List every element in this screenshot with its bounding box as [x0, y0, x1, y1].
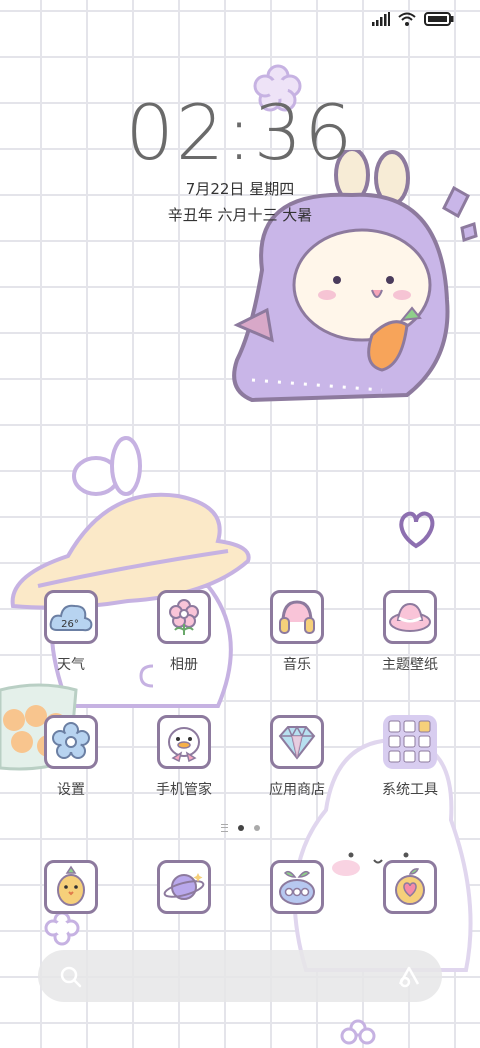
app-label: 相册: [170, 657, 198, 673]
heart-outline-illustration: [399, 511, 435, 549]
app-store[interactable]: 应用商店: [247, 715, 347, 799]
app-tile[interactable]: [270, 860, 324, 914]
app-tile[interactable]: [157, 715, 211, 769]
sprout-phone-icon: [279, 870, 315, 905]
app-label: 主题壁纸: [382, 657, 438, 673]
app-label: 音乐: [283, 657, 311, 673]
app-label: 应用商店: [269, 782, 325, 798]
weather-cloud-icon: 26°: [49, 604, 93, 632]
page-menu-indicator[interactable]: [220, 824, 228, 832]
app-tile[interactable]: [383, 860, 437, 914]
app-system-tools-folder[interactable]: 系统工具: [360, 715, 460, 799]
app-weather[interactable]: 26° 天气: [21, 590, 121, 674]
app-settings[interactable]: 设置: [21, 715, 121, 799]
search-icon[interactable]: [60, 966, 82, 988]
app-tile[interactable]: [157, 590, 211, 644]
app-themes[interactable]: 主题壁纸: [360, 590, 460, 674]
page-dot[interactable]: [253, 825, 260, 831]
folder-tile[interactable]: [383, 715, 437, 769]
wifi-icon: [398, 12, 416, 26]
gear-flower-icon: [52, 722, 90, 759]
dock-app-3[interactable]: [247, 860, 347, 914]
app-gallery[interactable]: 相册: [134, 590, 234, 674]
diamond-icon: [278, 725, 316, 760]
assistant-icon[interactable]: [396, 964, 422, 988]
corner-flower-illustration: [340, 1019, 376, 1045]
small-flower-illustration: [44, 911, 80, 946]
page-indicator[interactable]: [0, 824, 480, 832]
app-label: 手机管家: [156, 782, 212, 798]
app-tile[interactable]: [270, 715, 324, 769]
battery-icon: [424, 12, 454, 26]
app-label: 系统工具: [382, 782, 438, 798]
app-tile[interactable]: [157, 860, 211, 914]
folder-grid-icon: [388, 720, 431, 763]
flower-icon: [169, 599, 199, 635]
weather-temp: 26°: [61, 619, 79, 630]
app-tile[interactable]: [383, 590, 437, 644]
app-tile[interactable]: [44, 860, 98, 914]
dock-app-2[interactable]: [134, 860, 234, 914]
sun-hat-icon: [389, 602, 431, 632]
date-text: 7月22日 星期四: [185, 180, 295, 198]
app-label: 天气: [57, 657, 85, 673]
heart-fruit-icon: [395, 868, 425, 905]
dock-app-4[interactable]: [360, 860, 460, 914]
duck-icon: [168, 727, 200, 762]
headphones-icon: [279, 600, 315, 634]
app-label: 设置: [57, 782, 85, 798]
page-dot-current[interactable]: [237, 825, 244, 831]
planet-icon: [163, 873, 205, 900]
app-music[interactable]: 音乐: [247, 590, 347, 674]
chick-icon: [57, 865, 85, 906]
app-phone-manager[interactable]: 手机管家: [134, 715, 234, 799]
search-bar[interactable]: [38, 950, 442, 1002]
app-tile[interactable]: [270, 590, 324, 644]
lunar-date-text: 辛丑年 六月十三 大暑: [167, 206, 313, 224]
signal-bars-icon: [372, 12, 390, 26]
app-tile[interactable]: 26°: [44, 590, 98, 644]
app-tile[interactable]: [44, 715, 98, 769]
clock-time: 02:36: [125, 88, 355, 177]
status-bar: [0, 0, 480, 40]
dock-app-1[interactable]: [21, 860, 121, 914]
